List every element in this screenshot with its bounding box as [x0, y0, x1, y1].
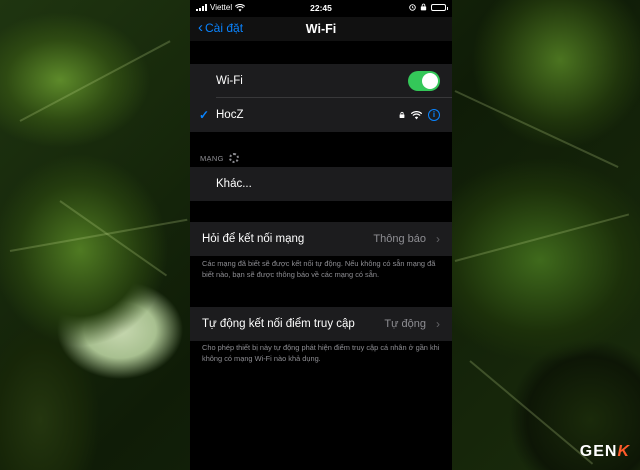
wifi-toggle[interactable]	[408, 71, 440, 91]
info-icon[interactable]: i	[428, 109, 440, 121]
page-title: Wi-Fi	[305, 22, 337, 36]
network-name: HocZ	[216, 109, 244, 121]
chevron-right-icon: ›	[436, 232, 440, 246]
toggle-knob	[422, 73, 438, 89]
ask-to-join-row[interactable]: Hỏi để kết nối mạng Thông báo ›	[190, 222, 452, 256]
network-status-icons: i	[399, 109, 440, 121]
networks-header-label: MẠNG	[200, 153, 224, 163]
other-network-row[interactable]: Khác...	[190, 167, 452, 201]
connected-network-row[interactable]: ✓ HocZ i	[190, 98, 452, 132]
ask-to-join-value: Thông báo	[373, 233, 426, 245]
spinner-icon	[228, 153, 239, 163]
wifi-toggle-row: Wi-Fi	[190, 64, 452, 98]
networks-section-header: MẠNG	[200, 153, 239, 163]
status-right	[409, 3, 448, 11]
wifi-group: Wi-Fi ✓ HocZ i	[190, 64, 452, 132]
navigation-bar: ‹ Cài đặt Wi-Fi	[190, 17, 452, 41]
auto-join-hotspot-group: Tự động kết nối điểm truy cập Tự động ›	[190, 307, 452, 341]
status-bar: Viettel 22:45	[190, 0, 452, 16]
wifi-icon	[411, 110, 422, 119]
chevron-right-icon: ›	[436, 317, 440, 331]
genk-watermark-logo: GEN K	[579, 443, 630, 460]
battery-icon	[431, 3, 448, 11]
phone-screen: Viettel 22:45 ‹ Cài đặt Wi-Fi Wi-Fi ✓ Ho…	[190, 0, 452, 470]
other-network-label: Khác...	[216, 178, 252, 190]
auto-join-hotspot-footer: Cho phép thiết bị này tự động phát hiện …	[202, 343, 440, 363]
alarm-icon	[409, 3, 416, 11]
lock-icon	[420, 3, 427, 11]
wifi-toggle-label: Wi-Fi	[216, 75, 243, 87]
lock-icon	[399, 111, 405, 118]
auto-join-hotspot-label: Tự động kết nối điểm truy cập	[202, 318, 355, 330]
networks-group: Khác...	[190, 167, 452, 201]
ask-to-join-footer: Các mạng đã biết sẽ được kết nối tự động…	[202, 259, 436, 279]
auto-join-hotspot-value: Tự động	[384, 318, 426, 330]
ask-to-join-group: Hỏi để kết nối mạng Thông báo ›	[190, 222, 452, 256]
auto-join-hotspot-row[interactable]: Tự động kết nối điểm truy cập Tự động ›	[190, 307, 452, 341]
checkmark-icon: ✓	[199, 108, 210, 122]
ask-to-join-label: Hỏi để kết nối mạng	[202, 233, 305, 245]
